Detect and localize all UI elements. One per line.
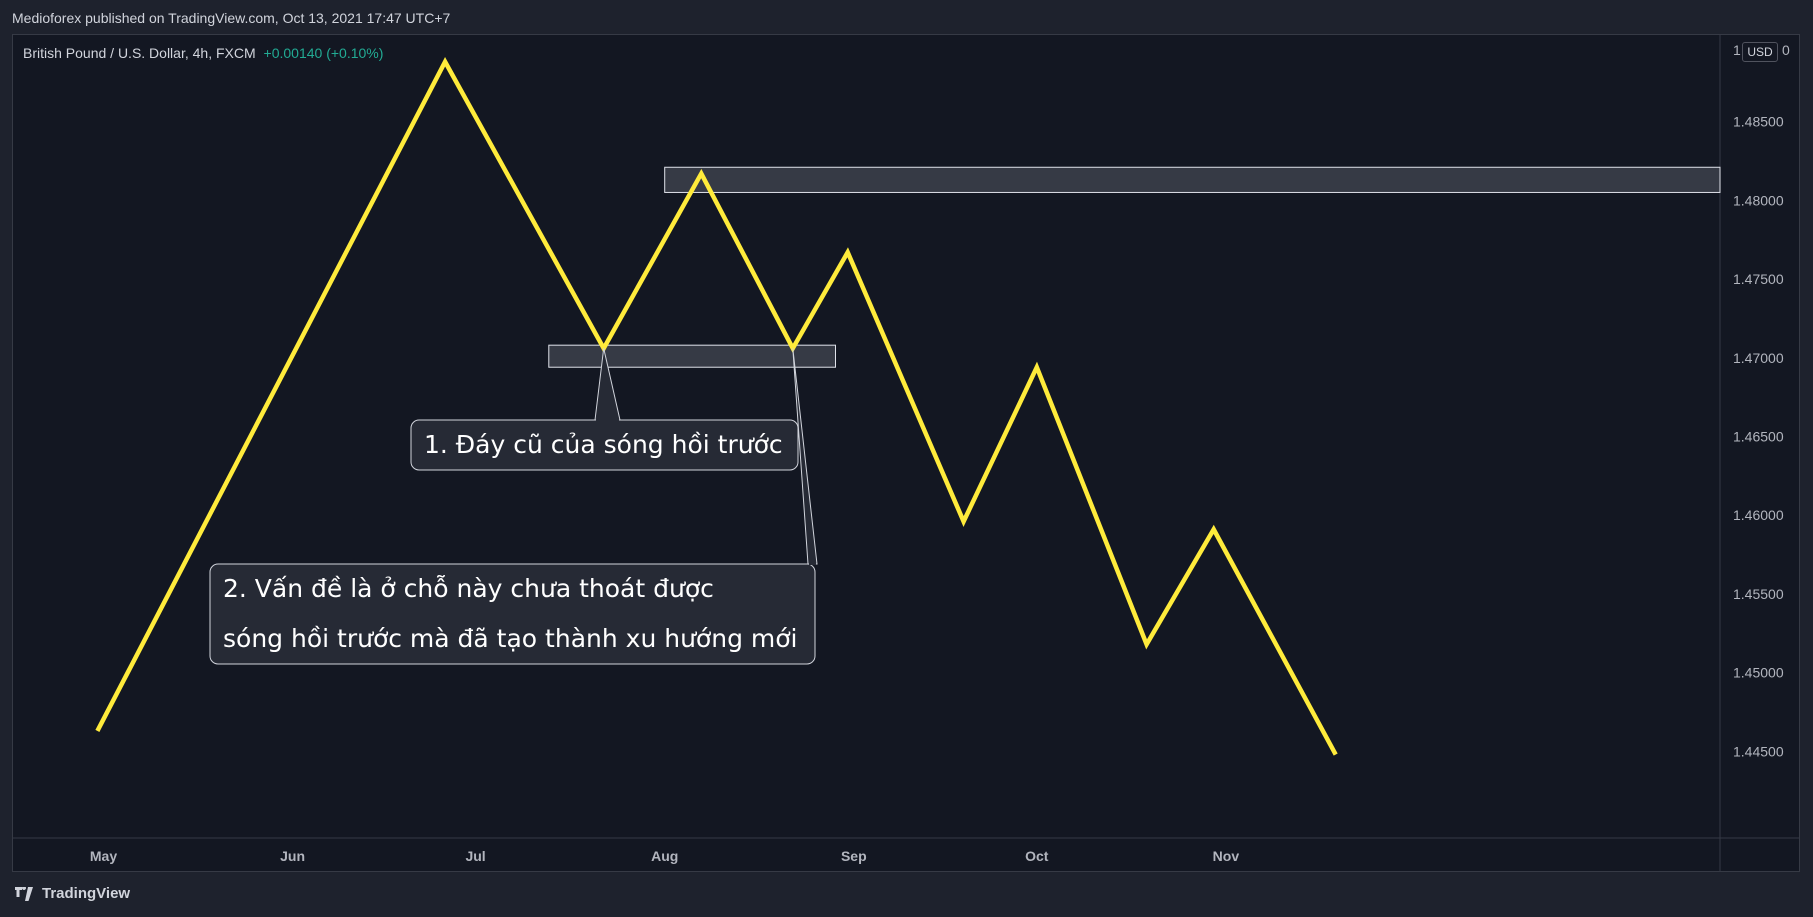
callout-text: 2. Vấn đề là ở chỗ này chưa thoát được [223,574,714,603]
y-tick-label: 1.48000 [1733,192,1784,208]
footer-brand[interactable]: TradingView [12,885,130,902]
callout-text: 1. Đáy cũ của sóng hồi trước [424,430,783,459]
currency-badge[interactable]: USD [1742,42,1778,62]
y-tick-label: 1.47500 [1733,271,1784,287]
zone-rect-1 [664,166,1721,193]
y-tick-label: 1.46000 [1733,507,1784,523]
y-tick-label: 1.45000 [1733,665,1784,681]
x-tick-label: May [90,848,117,864]
y-tick-label-top: 1 [1733,42,1741,58]
x-tick-label: Oct [1025,848,1049,864]
callout-text: sóng hồi trước mà đã tạo thành xu hướng … [223,624,797,653]
x-tick-label: Sep [841,848,867,864]
y-tick-label: 1.47000 [1733,350,1784,366]
price-chart[interactable]: 1.44500 1.45000 1.45500 1.46000 1.46500 1.470… [0,0,1813,917]
symbol-info: British Pound / U.S. Dollar, 4h, FXCM +0… [23,45,383,61]
y-tick-label: 1.45500 [1733,586,1784,602]
y-tick-label-top-right: 0 [1782,42,1790,58]
symbol-change: +0.00140 (+0.10%) [263,45,384,61]
x-tick-label: Aug [651,848,678,864]
symbol-name: British Pound / U.S. Dollar, 4h, FXCM [23,45,256,61]
footer-brand-label: TradingView [42,885,131,902]
x-tick-label: Jun [280,848,305,864]
y-tick-label: 1.46500 [1733,429,1784,445]
y-tick-label: 1.48500 [1733,114,1784,130]
y-tick-label: 1.44500 [1733,743,1784,759]
x-tick-label: Nov [1213,848,1240,864]
x-tick-label: Jul [465,848,485,864]
tradingview-logo-icon [15,886,33,901]
